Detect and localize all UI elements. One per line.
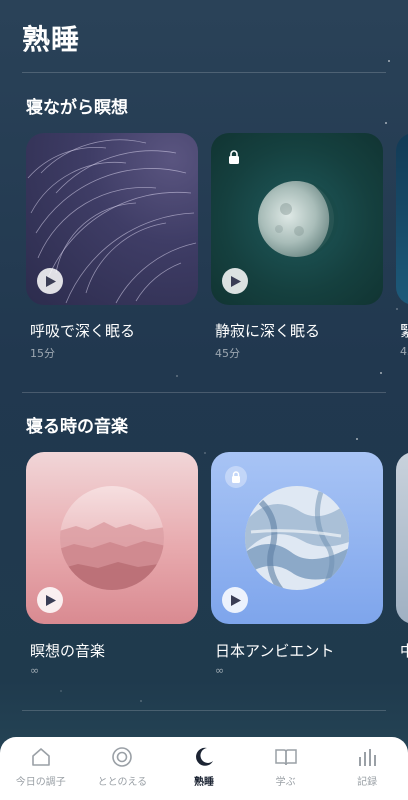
card-title: 緊 xyxy=(400,322,408,340)
home-icon xyxy=(31,748,50,766)
play-icon xyxy=(46,594,56,606)
card-japan-ambient[interactable] xyxy=(211,452,383,624)
card-silence-sleep[interactable] xyxy=(211,133,383,305)
card-length: ∞ xyxy=(30,664,40,677)
play-button[interactable] xyxy=(37,268,63,294)
book-icon xyxy=(274,749,297,766)
card-breathe-sleep[interactable] xyxy=(26,133,198,305)
section-divider xyxy=(22,392,386,393)
card-title: 中 xyxy=(400,642,408,660)
play-button[interactable] xyxy=(37,587,63,613)
tab-label: 今日の調子 xyxy=(15,777,66,788)
card-length: ∞ xyxy=(215,664,225,677)
card-title: 瞑想の音楽 xyxy=(30,642,106,660)
header-divider xyxy=(22,72,386,73)
tab-label: 記録 xyxy=(357,777,378,788)
tab-label: ととのえる xyxy=(97,777,148,788)
card-duration: 15分 xyxy=(30,347,55,360)
bar-chart-icon xyxy=(359,749,377,766)
section-title-sleep-music: 寝る時の音楽 xyxy=(26,417,128,437)
tab-today[interactable]: 今日の調子 xyxy=(0,737,82,800)
circle-icon xyxy=(112,747,133,767)
section-title-sleep-meditation: 寝ながら瞑想 xyxy=(26,98,128,118)
card-meditation-music[interactable] xyxy=(26,452,198,624)
play-icon xyxy=(231,594,241,606)
card-title: 静寂に深く眠る xyxy=(215,322,321,340)
play-button[interactable] xyxy=(222,268,248,294)
card-title: 呼吸で深く眠る xyxy=(30,322,136,340)
section-divider xyxy=(22,710,386,711)
card-duration: 45 xyxy=(400,345,408,358)
tab-bar: 今日の調子 ととのえる 熟睡 学ぶ 記録 xyxy=(0,737,408,800)
card-partial[interactable] xyxy=(396,452,408,624)
tab-condition[interactable]: ととのえる xyxy=(82,737,164,800)
card-title: 日本アンビエント xyxy=(215,642,335,660)
play-icon xyxy=(46,275,56,287)
tab-learn[interactable]: 学ぶ xyxy=(245,737,327,800)
moon-icon xyxy=(196,747,213,766)
page-title: 熟睡 xyxy=(22,23,81,56)
card-partial[interactable] xyxy=(396,133,408,305)
tab-label: 学ぶ xyxy=(275,777,296,788)
tab-label: 熟睡 xyxy=(193,777,214,788)
tab-records[interactable]: 記録 xyxy=(326,737,408,800)
play-icon xyxy=(231,275,241,287)
card-duration: 45分 xyxy=(215,347,240,360)
play-button[interactable] xyxy=(222,587,248,613)
tab-sleep[interactable]: 熟睡 xyxy=(163,737,245,800)
